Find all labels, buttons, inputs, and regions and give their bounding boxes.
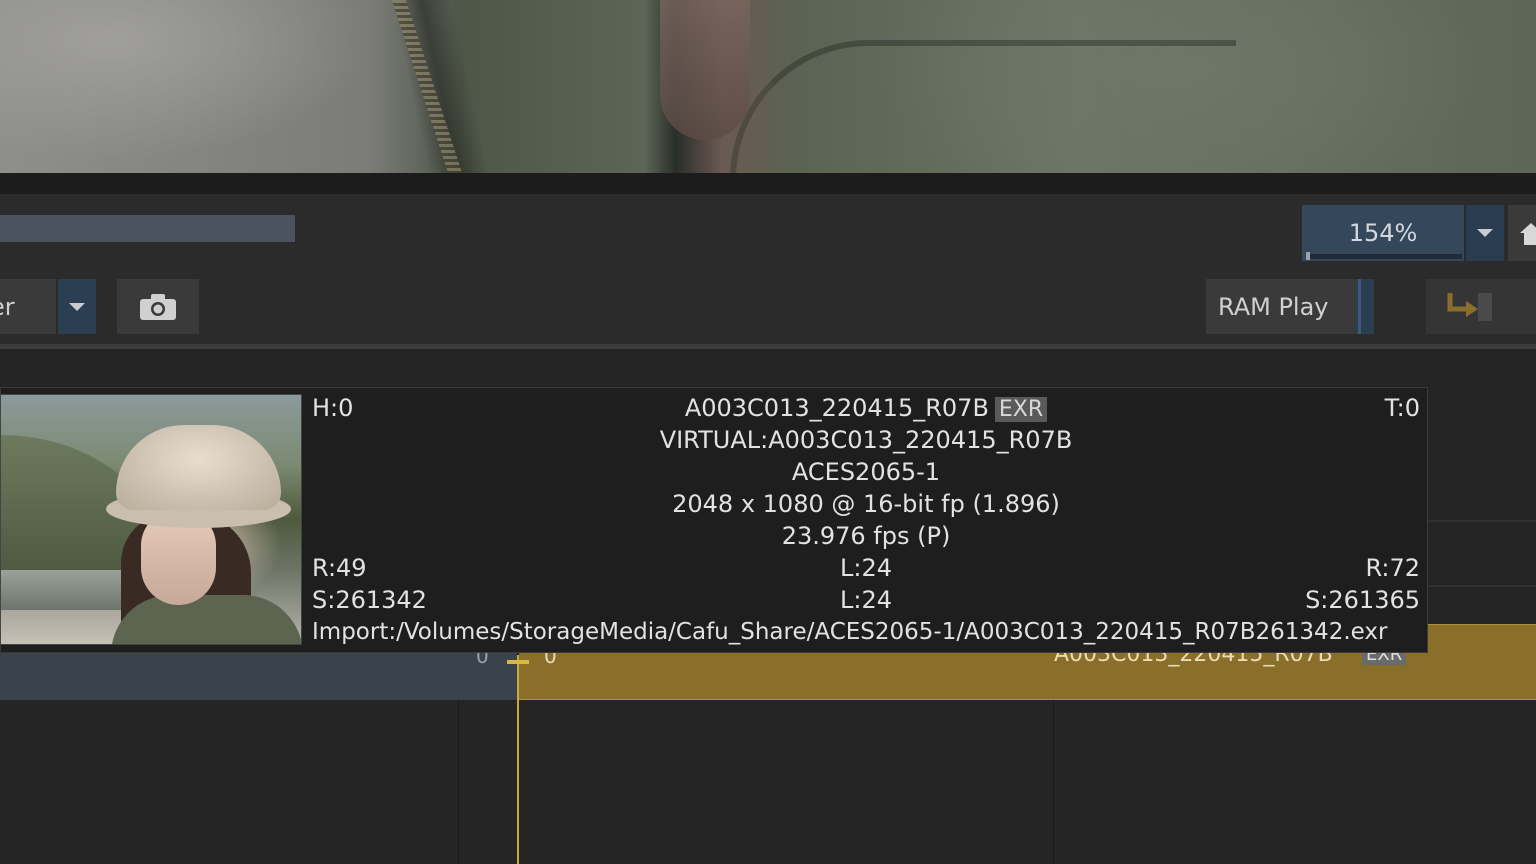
- ram-play-label: RAM Play: [1218, 292, 1329, 321]
- thumbnail-detail: [116, 425, 281, 510]
- playhead-marker[interactable]: [507, 660, 529, 664]
- snapshot-button[interactable]: [117, 279, 199, 334]
- framerate: 23.976 fps (P): [781, 522, 951, 550]
- thumbnail-detail: [111, 595, 301, 644]
- source-out: S:261365: [1305, 586, 1420, 614]
- viewer-mode-select[interactable]: er: [0, 279, 56, 334]
- source-length: L:24: [840, 586, 892, 614]
- home-button[interactable]: [1508, 205, 1536, 261]
- ram-play-indicator: [1358, 279, 1361, 334]
- insert-edit-button[interactable]: [1426, 279, 1536, 334]
- progress-bar: [0, 215, 295, 242]
- clip-name-row: A003C013_220415_R07B EXR: [304, 392, 1428, 426]
- import-path: Import:/Volumes/StorageMedia/Cafu_Share/…: [312, 619, 1388, 645]
- viewer-divider: [0, 173, 1536, 194]
- clip-format-badge: EXR: [994, 397, 1048, 422]
- zoom-slider-track[interactable]: [1306, 254, 1462, 259]
- clip-name: A003C013_220415_R07B: [684, 394, 989, 422]
- playhead[interactable]: [517, 655, 519, 864]
- viewer-image-detail: [730, 40, 1236, 173]
- record-length: L:24: [840, 554, 892, 582]
- viewer-canvas[interactable]: [0, 0, 1536, 173]
- record-out: R:72: [1365, 554, 1420, 582]
- viewer-image-detail: [660, 0, 750, 140]
- viewer-mode-label: er: [0, 292, 15, 321]
- clip-thumbnail: [0, 394, 302, 645]
- virtual-path: VIRTUAL:A003C013_220415_R07B: [659, 426, 1073, 454]
- chevron-down-icon: [1477, 229, 1493, 237]
- track-separator: [1426, 520, 1536, 522]
- thumbnail-detail: [1, 610, 131, 644]
- timeline-column-line: [1053, 700, 1054, 864]
- chevron-down-icon: [69, 302, 85, 311]
- zoom-slider-handle[interactable]: [1306, 252, 1310, 260]
- zoom-field[interactable]: 154%: [1302, 205, 1464, 261]
- zoom-value: 154%: [1348, 219, 1418, 247]
- insert-edit-icon: [1447, 292, 1492, 321]
- thumbnail-detail: [1, 570, 131, 610]
- timeline-column-line: [458, 700, 459, 864]
- ram-play-button[interactable]: RAM Play: [1206, 279, 1356, 334]
- home-icon: [1520, 223, 1536, 245]
- viewer-mode-dropdown-button[interactable]: [58, 279, 96, 334]
- colorspace: ACES2065-1: [791, 458, 941, 486]
- camera-icon: [140, 293, 176, 320]
- zoom-dropdown-button[interactable]: [1466, 205, 1504, 261]
- track-separator: [1426, 585, 1536, 587]
- resolution: 2048 x 1080 @ 16-bit fp (1.896): [672, 490, 1060, 518]
